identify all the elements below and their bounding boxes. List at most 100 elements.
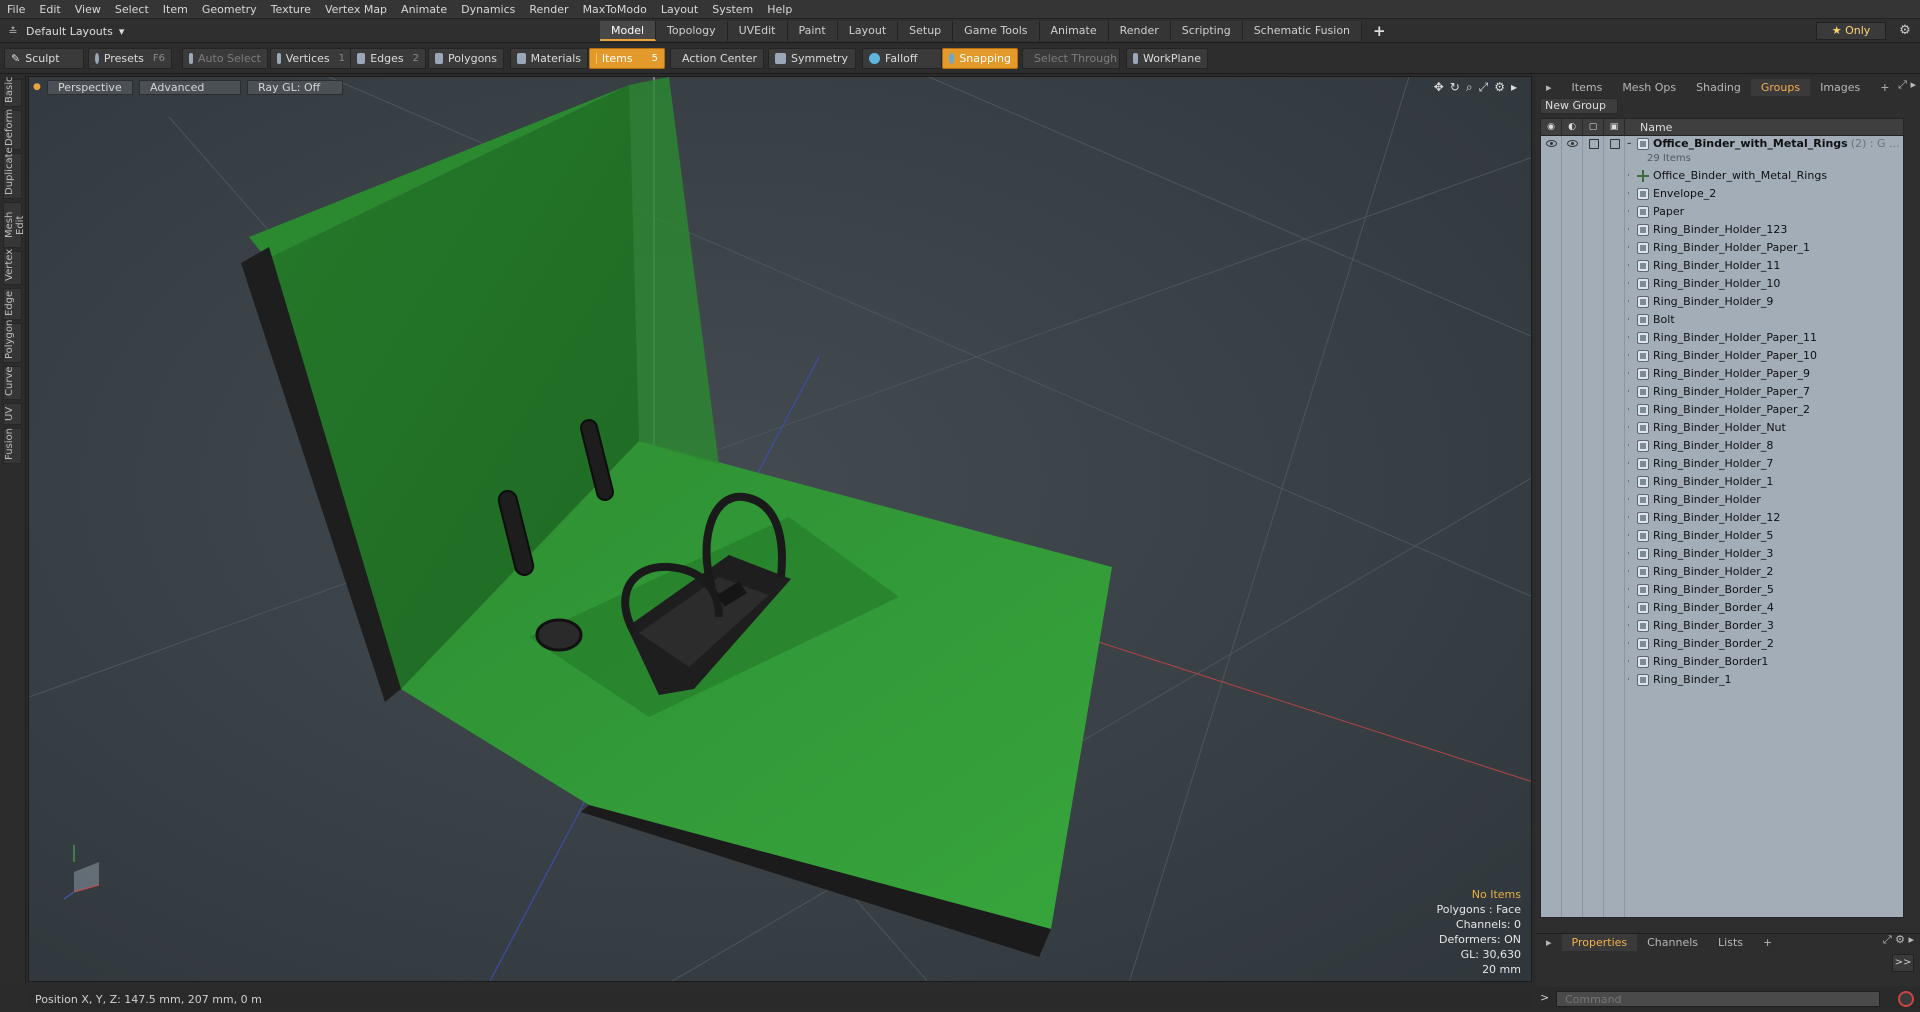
menu-layout[interactable]: Layout — [654, 3, 705, 16]
edges-button[interactable]: Edges 2 — [350, 48, 426, 69]
settings-icon[interactable]: ⚙ — [1494, 80, 1505, 95]
render-toggle[interactable] — [1562, 136, 1583, 151]
visibility-toggle[interactable] — [1541, 136, 1562, 151]
bottom-tab-properties[interactable]: Properties — [1561, 934, 1638, 951]
select-column-icon[interactable]: ▣ — [1604, 119, 1625, 136]
menu-item[interactable]: Item — [156, 3, 195, 16]
presets-button[interactable]: Presets F6 — [88, 48, 172, 69]
panel-tab-mesh-ops[interactable]: Mesh Ops — [1612, 79, 1686, 96]
tab-setup[interactable]: Setup — [898, 21, 954, 41]
zoom-icon[interactable]: ⌕ — [1466, 80, 1473, 95]
list-item[interactable]: · Ring_Binder_Border_3 — [1627, 617, 1903, 635]
new-group-button[interactable]: New Group — [1540, 98, 1618, 114]
list-item[interactable]: · Ring_Binder_Holder_Paper_1 — [1627, 239, 1903, 257]
tab-topology[interactable]: Topology — [656, 21, 728, 41]
list-item[interactable]: · Ring_Binder_Holder_10 — [1627, 275, 1903, 293]
add-panel-tab-icon[interactable]: + — [1870, 79, 1899, 96]
collapse-arrow-icon[interactable]: – — [1627, 135, 1635, 153]
tab-scripting[interactable]: Scripting — [1170, 21, 1243, 41]
bottom-panel-icons[interactable]: ⤢ ⚙ ▸ — [1883, 933, 1914, 947]
vertices-button[interactable]: Vertices 1 — [270, 48, 352, 69]
menu-texture[interactable]: Texture — [264, 3, 318, 16]
snapping-button[interactable]: Snapping — [942, 48, 1018, 69]
add-bottom-tab-icon[interactable]: + — [1753, 934, 1782, 951]
list-item[interactable]: · Ring_Binder_Holder_11 — [1627, 257, 1903, 275]
command-input[interactable] — [1556, 991, 1880, 1007]
lock-toggle[interactable] — [1583, 136, 1604, 151]
panel-menu-icon[interactable]: ▸ — [1536, 79, 1562, 96]
panel-tab-items[interactable]: Items — [1562, 79, 1613, 96]
rotate-icon[interactable]: ↻ — [1450, 80, 1460, 95]
workplane-button[interactable]: WorkPlane — [1126, 48, 1208, 69]
panel-tab-shading[interactable]: Shading — [1686, 79, 1751, 96]
auto-select-button[interactable]: Auto Select — [182, 48, 268, 69]
list-item[interactable]: · Ring_Binder_1 — [1627, 671, 1903, 689]
bottom-panel-menu-icon[interactable]: ▸ — [1536, 934, 1562, 951]
panel-expand-icon[interactable]: ⤢ ▸ — [1898, 78, 1916, 92]
group-row[interactable]: – Office_Binder_with_Metal_Rings (2) : G… — [1627, 136, 1903, 151]
expand-button[interactable]: >> — [1892, 954, 1914, 972]
left-tab-duplicate[interactable]: Duplicate — [3, 147, 22, 199]
list-item[interactable]: · Ring_Binder_Holder_Nut — [1627, 419, 1903, 437]
raygl-button[interactable]: Ray GL: Off — [247, 80, 343, 95]
tab-schematic-fusion[interactable]: Schematic Fusion — [1242, 21, 1363, 41]
tab-model[interactable]: Model — [600, 21, 657, 41]
list-item[interactable]: · Ring_Binder_Border_5 — [1627, 581, 1903, 599]
tab-paint[interactable]: Paint — [787, 21, 838, 41]
menu-help[interactable]: Help — [760, 3, 799, 16]
panel-tab-images[interactable]: Images — [1810, 79, 1870, 96]
menu-render[interactable]: Render — [522, 3, 575, 16]
list-item[interactable]: · Ring_Binder_Holder_Paper_7 — [1627, 383, 1903, 401]
left-tab-deform[interactable]: Deform — [3, 109, 22, 150]
list-item[interactable]: · Ring_Binder_Holder_3 — [1627, 545, 1903, 563]
left-tab-curve[interactable]: Curve — [3, 366, 22, 400]
menu-select[interactable]: Select — [108, 3, 156, 16]
panel-tab-groups[interactable]: Groups — [1750, 78, 1811, 96]
3d-viewport[interactable]: ● Perspective Advanced Ray GL: Off ✥ ↻ ⌕… — [28, 76, 1532, 982]
add-tab-icon[interactable]: + — [1362, 21, 1397, 41]
bottom-tab-channels[interactable]: Channels — [1637, 934, 1708, 951]
materials-button[interactable]: Materials — [510, 48, 588, 69]
list-item[interactable]: · Ring_Binder_Holder_8 — [1627, 437, 1903, 455]
list-item[interactable]: · Ring_Binder_Holder_Paper_10 — [1627, 347, 1903, 365]
left-tab-polygon[interactable]: Polygon — [3, 320, 22, 363]
menu-file[interactable]: File — [0, 3, 32, 16]
list-item[interactable]: · Paper — [1627, 203, 1903, 221]
list-item[interactable]: · Ring_Binder_Holder_9 — [1627, 293, 1903, 311]
list-item[interactable]: · Ring_Binder_Holder_Paper_2 — [1627, 401, 1903, 419]
tab-game-tools[interactable]: Game Tools — [953, 21, 1040, 41]
gear-icon[interactable]: ⚙ — [1896, 22, 1914, 40]
menu-system[interactable]: System — [705, 3, 760, 16]
menu-vertex-map[interactable]: Vertex Map — [318, 3, 394, 16]
left-tab-mesh-edit[interactable]: Mesh Edit — [3, 202, 26, 248]
menu-maxtomodo[interactable]: MaxToModo — [576, 3, 654, 16]
left-tab-basic[interactable]: Basic — [3, 77, 22, 107]
action-center-button[interactable]: Action Center — [670, 48, 764, 69]
pan-icon[interactable]: ✥ — [1434, 80, 1444, 95]
list-item[interactable]: · Ring_Binder_Holder_12 — [1627, 509, 1903, 527]
symmetry-button[interactable]: Symmetry — [768, 48, 856, 69]
stop-icon[interactable] — [1898, 991, 1914, 1007]
list-item[interactable]: · Bolt — [1627, 311, 1903, 329]
list-item[interactable]: · Ring_Binder_Border_2 — [1627, 635, 1903, 653]
menu-animate[interactable]: Animate — [394, 3, 454, 16]
list-item[interactable]: · Ring_Binder_Holder_Paper_11 — [1627, 329, 1903, 347]
viewport-menu-icon[interactable]: ● — [33, 80, 41, 95]
list-item[interactable]: · Ring_Binder_Holder — [1627, 491, 1903, 509]
list-item[interactable]: · Ring_Binder_Holder_7 — [1627, 455, 1903, 473]
lock-column-icon[interactable]: ▢ — [1583, 119, 1604, 136]
menu-view[interactable]: View — [68, 3, 108, 16]
tab-render[interactable]: Render — [1108, 21, 1171, 41]
polygons-button[interactable]: Polygons — [428, 48, 504, 69]
menu-geometry[interactable]: Geometry — [195, 3, 264, 16]
fit-icon[interactable]: ⤢ — [1479, 80, 1489, 95]
left-tab-vertex[interactable]: Vertex — [3, 249, 22, 285]
items-button[interactable]: Items 5 — [589, 48, 665, 69]
list-item[interactable]: · Ring_Binder_Border1 — [1627, 653, 1903, 671]
list-item[interactable]: · Ring_Binder_Holder_Paper_9 — [1627, 365, 1903, 383]
list-item[interactable]: · Ring_Binder_Holder_123 — [1627, 221, 1903, 239]
list-item[interactable]: · Ring_Binder_Holder_1 — [1627, 473, 1903, 491]
list-item[interactable]: · Ring_Binder_Border_4 — [1627, 599, 1903, 617]
left-tab-fusion[interactable]: Fusion — [3, 428, 22, 464]
tab-uvedit[interactable]: UVEdit — [727, 21, 788, 41]
